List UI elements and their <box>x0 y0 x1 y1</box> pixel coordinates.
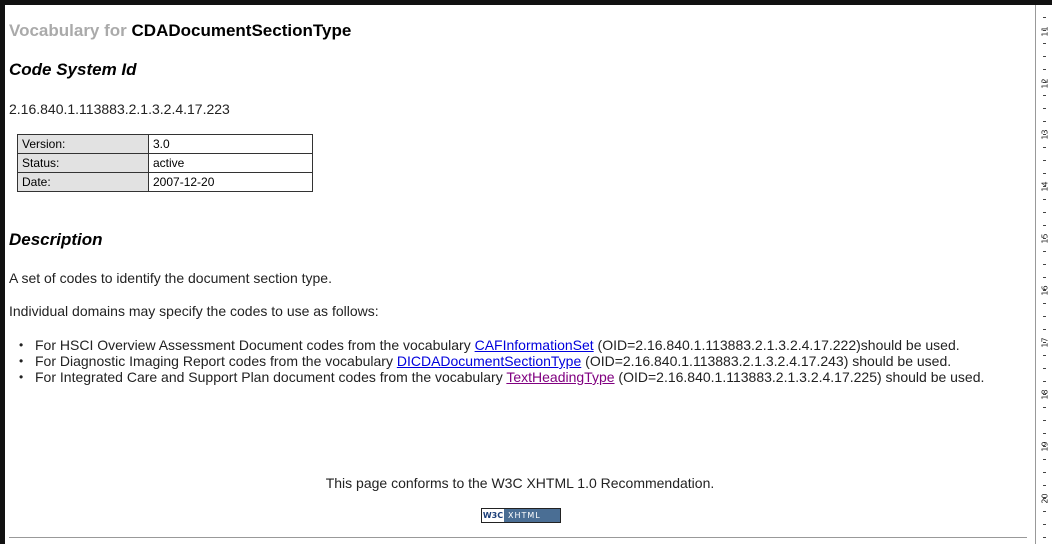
list-item-text: For Diagnostic Imaging Report codes from… <box>35 353 397 369</box>
list-item-text: For Integrated Care and Support Plan doc… <box>35 369 507 385</box>
list-item: For Diagnostic Imaging Report codes from… <box>19 353 1029 369</box>
list-item: For HSCI Overview Assessment Document co… <box>19 337 1029 353</box>
date-value: 2007-12-20 <box>148 172 313 192</box>
ruler-label: 16 <box>1040 285 1050 296</box>
status-value: active <box>148 153 313 173</box>
table-row: Version: 3.0 <box>17 134 313 154</box>
ruler-label: 19 <box>1040 441 1050 452</box>
ruler-label: 17 <box>1040 337 1050 348</box>
ruler-label: 12 <box>1040 78 1050 89</box>
ruler-label: 11 <box>1040 26 1050 37</box>
link-textheadingtype[interactable]: TextHeadingType <box>506 369 614 385</box>
list-item-text: (OID=2.16.840.1.113883.2.1.3.2.4.17.243)… <box>581 353 952 369</box>
version-value: 3.0 <box>148 134 313 154</box>
xhtml-badge-text: XHTML <box>508 511 541 520</box>
status-label: Status: <box>17 153 149 173</box>
document-content[interactable]: Vocabulary for CDADocumentSectionType Co… <box>5 5 1035 544</box>
description-intro: Individual domains may specify the codes… <box>9 303 379 319</box>
link-cafinformationset[interactable]: CAFInformationSet <box>475 337 594 353</box>
metadata-table: Version: 3.0 Status: active Date: 2007-1… <box>17 134 313 192</box>
vertical-ruler[interactable]: 11 12 13 14 15 16 17 18 19 20 <box>1035 5 1052 544</box>
title-prefix: Vocabulary for <box>9 21 127 40</box>
description-heading: Description <box>9 230 103 249</box>
table-row: Date: 2007-12-20 <box>17 172 313 192</box>
ruler-label: 13 <box>1040 129 1050 140</box>
list-item-text: (OID=2.16.840.1.113883.2.1.3.2.4.17.222)… <box>593 337 960 353</box>
list-item: For Integrated Care and Support Plan doc… <box>19 369 1029 385</box>
description-text: A set of codes to identify the document … <box>9 270 332 286</box>
code-system-oid: 2.16.840.1.113883.2.1.3.2.4.17.223 <box>9 101 230 117</box>
w3c-xhtml-badge[interactable]: W3C XHTML <box>481 508 561 523</box>
ruler-label: 15 <box>1040 233 1050 244</box>
vocabulary-list: For HSCI Overview Assessment Document co… <box>19 337 1029 385</box>
code-system-heading: Code System Id <box>9 60 137 79</box>
conformance-text: This page conforms to the W3C XHTML 1.0 … <box>325 475 715 491</box>
table-row: Status: active <box>17 153 313 173</box>
horizontal-divider <box>9 537 1027 538</box>
list-item-text: For HSCI Overview Assessment Document co… <box>35 337 475 353</box>
page-title: Vocabulary for CDADocumentSectionType <box>9 21 351 41</box>
date-label: Date: <box>17 172 149 192</box>
list-item-text: (OID=2.16.840.1.113883.2.1.3.2.4.17.225)… <box>614 369 985 385</box>
ruler-label: 14 <box>1040 181 1050 192</box>
ruler-label: 18 <box>1040 389 1050 400</box>
w3c-logo-text: W3C <box>482 509 504 522</box>
version-label: Version: <box>17 134 149 154</box>
ruler-label: 20 <box>1040 493 1050 504</box>
link-dicdadocumentsectiontype[interactable]: DICDADocumentSectionType <box>397 353 581 369</box>
vocabulary-name: CDADocumentSectionType <box>131 21 352 40</box>
